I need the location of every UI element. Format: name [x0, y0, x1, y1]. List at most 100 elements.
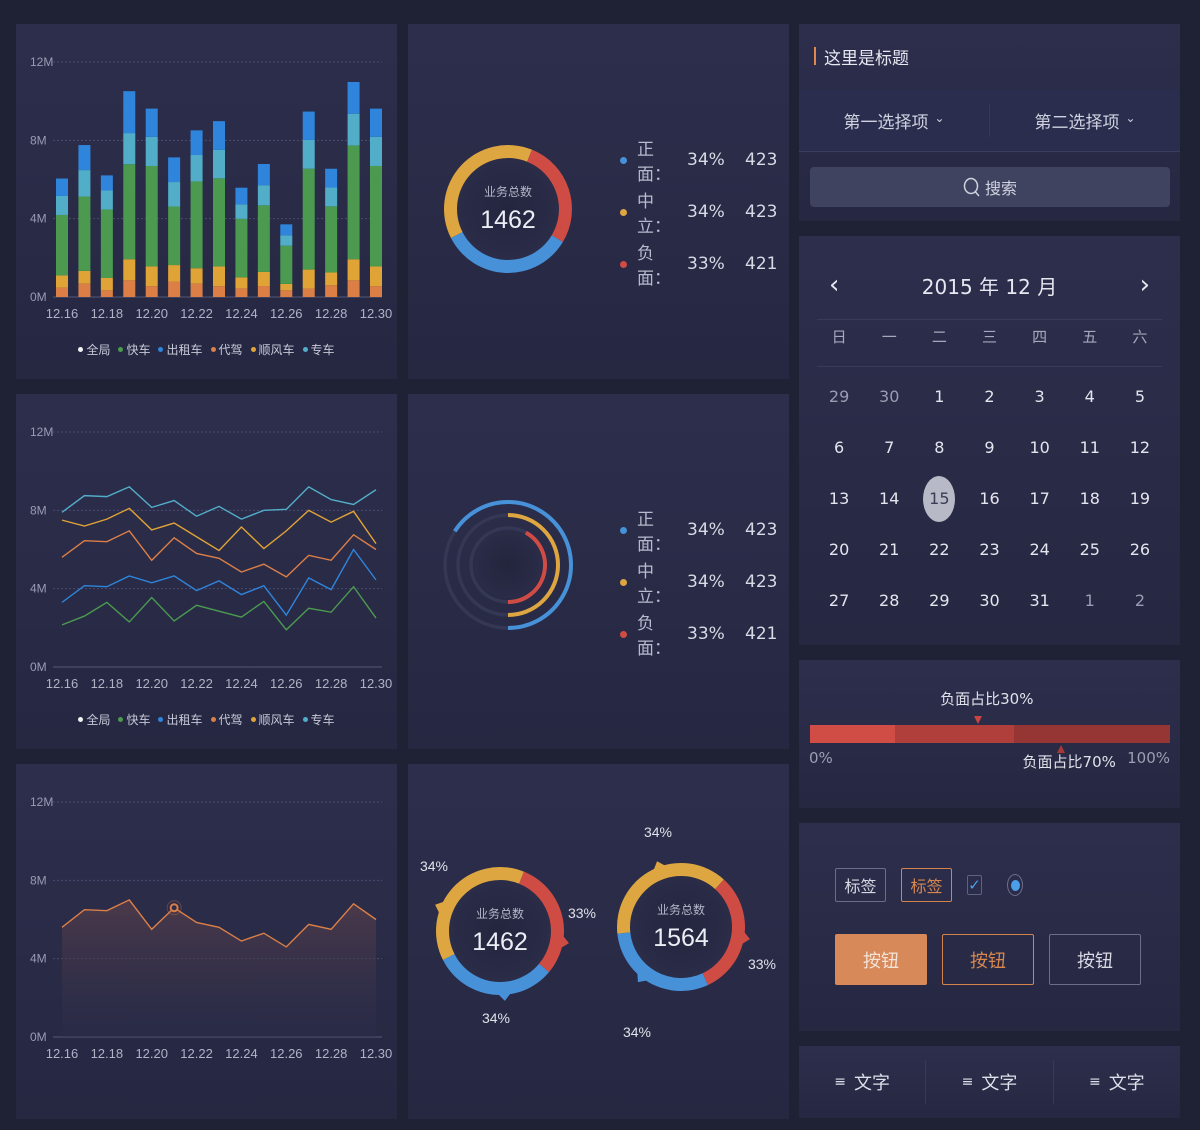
- calendar-day[interactable]: 14: [864, 473, 914, 524]
- y-tick-label: 4M: [30, 582, 47, 596]
- legend-item[interactable]: 专车: [302, 711, 335, 728]
- outline-orange-button[interactable]: 按钮: [942, 934, 1034, 985]
- legend-label: 全局: [86, 343, 111, 357]
- calendar-day[interactable]: 27: [814, 575, 864, 626]
- slice-pct-label: 33%: [568, 905, 596, 921]
- legend-item[interactable]: 顺风车: [250, 711, 295, 728]
- day-number: 16: [979, 489, 1000, 508]
- second-select[interactable]: 第二选择项 ⌄: [990, 90, 1180, 151]
- legend-dot-icon: [118, 717, 124, 722]
- calendar-day[interactable]: 21: [864, 524, 914, 575]
- bar-segment-chuzuche: [78, 145, 91, 171]
- donut-chart: 业务总数 1462: [444, 145, 572, 273]
- calendar-day[interactable]: 29: [914, 575, 964, 626]
- calendar-day[interactable]: 26: [1115, 524, 1165, 575]
- legend-row: 正面： 34% 423: [620, 504, 777, 556]
- calendar-day[interactable]: 31: [1015, 575, 1065, 626]
- progress-panel: 负面占比30% 负面占比70% 0% 100%: [799, 660, 1180, 808]
- line-chart-legend: 全局 快车 出租车 代驾 顺风车 专车: [16, 711, 397, 728]
- calendar-day[interactable]: 13: [814, 473, 864, 524]
- day-number: 6: [833, 438, 845, 457]
- calendar-day[interactable]: 18: [1065, 473, 1115, 524]
- y-tick-label: 12M: [30, 425, 53, 439]
- concentric-arc-chart: [443, 500, 573, 630]
- bar-segment-daijia: [100, 290, 113, 297]
- calendar-day[interactable]: 10: [1015, 422, 1065, 473]
- slice-pct-label: 34%: [420, 858, 448, 874]
- legend-row: 负面： 33% 421: [620, 238, 777, 290]
- calendar-day[interactable]: 29: [814, 371, 864, 422]
- legend-dot-icon: [250, 717, 256, 722]
- calendar-day[interactable]: 2: [964, 371, 1014, 422]
- tab-2[interactable]: ≡ 文字: [926, 1046, 1052, 1118]
- calendar-day[interactable]: 28: [864, 575, 914, 626]
- calendar-day-selected[interactable]: 15: [914, 473, 964, 524]
- legend-item[interactable]: 快车: [118, 341, 150, 358]
- panel-title-text: 这里是标题: [824, 48, 909, 69]
- legend-item[interactable]: 代驾: [210, 711, 243, 728]
- calendar-day[interactable]: 8: [914, 422, 964, 473]
- outline-gray-button[interactable]: 按钮: [1049, 934, 1141, 985]
- legend-dot-icon: [620, 526, 627, 534]
- bar-segment-chuzuche: [213, 121, 225, 150]
- legend-item[interactable]: 代驾: [210, 341, 243, 358]
- calendar-day[interactable]: 1: [1065, 575, 1115, 626]
- first-select[interactable]: 第一选择项 ⌄: [799, 90, 989, 151]
- calendar-day[interactable]: 5: [1115, 371, 1165, 422]
- prev-month-button[interactable]: ‹: [829, 270, 839, 300]
- x-tick-label: 12.28: [315, 306, 348, 321]
- legend-name: 中立：: [637, 192, 671, 237]
- calendar-day[interactable]: 23: [964, 524, 1014, 575]
- legend-label: 专车: [310, 343, 335, 357]
- bar-segment-zhuanche: [280, 235, 293, 246]
- calendar-day[interactable]: 19: [1115, 473, 1165, 524]
- legend-item[interactable]: 全局: [78, 711, 110, 728]
- calendar-day[interactable]: 20: [814, 524, 864, 575]
- legend-row: 中立： 34% 423: [620, 186, 777, 238]
- weekday-label: 一: [881, 328, 897, 346]
- select-bar: 第一选择项 ⌄ 第二选择项 ⌄: [799, 90, 1180, 152]
- tag-default[interactable]: 标签: [835, 868, 886, 902]
- legend-item[interactable]: 顺风车: [250, 341, 295, 358]
- radio-button[interactable]: [1007, 874, 1023, 896]
- calendar-day[interactable]: 2: [1115, 575, 1165, 626]
- legend-pct: 34%: [687, 202, 725, 222]
- calendar-day[interactable]: 17: [1015, 473, 1065, 524]
- calendar-day[interactable]: 1: [914, 371, 964, 422]
- legend-item[interactable]: 快车: [118, 711, 150, 728]
- calendar-day[interactable]: 16: [964, 473, 1014, 524]
- calendar-day[interactable]: 6: [814, 422, 864, 473]
- legend-item[interactable]: 全局: [78, 341, 110, 358]
- calendar-day[interactable]: 4: [1065, 371, 1115, 422]
- panel-title: 这里是标题: [814, 46, 909, 69]
- legend-value: 423: [745, 150, 778, 170]
- tab-3[interactable]: ≡ 文字: [1054, 1046, 1180, 1118]
- bar-segment-zhuanche: [190, 155, 203, 182]
- search-input[interactable]: 搜索: [810, 167, 1170, 207]
- legend-item[interactable]: 专车: [302, 341, 335, 358]
- tab-1[interactable]: ≡ 文字: [799, 1046, 925, 1118]
- day-number: 21: [879, 540, 900, 559]
- legend-dot-icon: [158, 347, 164, 352]
- legend-item[interactable]: 出租车: [158, 341, 203, 358]
- calendar-day[interactable]: 11: [1065, 422, 1115, 473]
- day-number: 1: [1084, 591, 1095, 610]
- primary-button[interactable]: 按钮: [835, 934, 927, 985]
- calendar-day[interactable]: 9: [964, 422, 1014, 473]
- calendar-day[interactable]: 12: [1115, 422, 1165, 473]
- tag-active[interactable]: 标签: [901, 868, 952, 902]
- radio-dot-icon: [1010, 879, 1020, 891]
- tab-label: 文字: [854, 1073, 891, 1094]
- next-month-button[interactable]: ›: [1140, 270, 1150, 300]
- calendar-day[interactable]: 30: [864, 371, 914, 422]
- calendar-day[interactable]: 25: [1065, 524, 1115, 575]
- calendar-day[interactable]: 3: [1015, 371, 1065, 422]
- legend-item[interactable]: 出租车: [158, 711, 203, 728]
- calendar-day[interactable]: 24: [1015, 524, 1065, 575]
- checkbox[interactable]: ✓: [967, 875, 982, 895]
- day-number: 19: [1129, 489, 1151, 508]
- calendar-day[interactable]: 30: [964, 575, 1014, 626]
- bar-segment-kuaiche: [168, 206, 181, 266]
- calendar-day[interactable]: 22: [914, 524, 964, 575]
- calendar-day[interactable]: 7: [864, 422, 914, 473]
